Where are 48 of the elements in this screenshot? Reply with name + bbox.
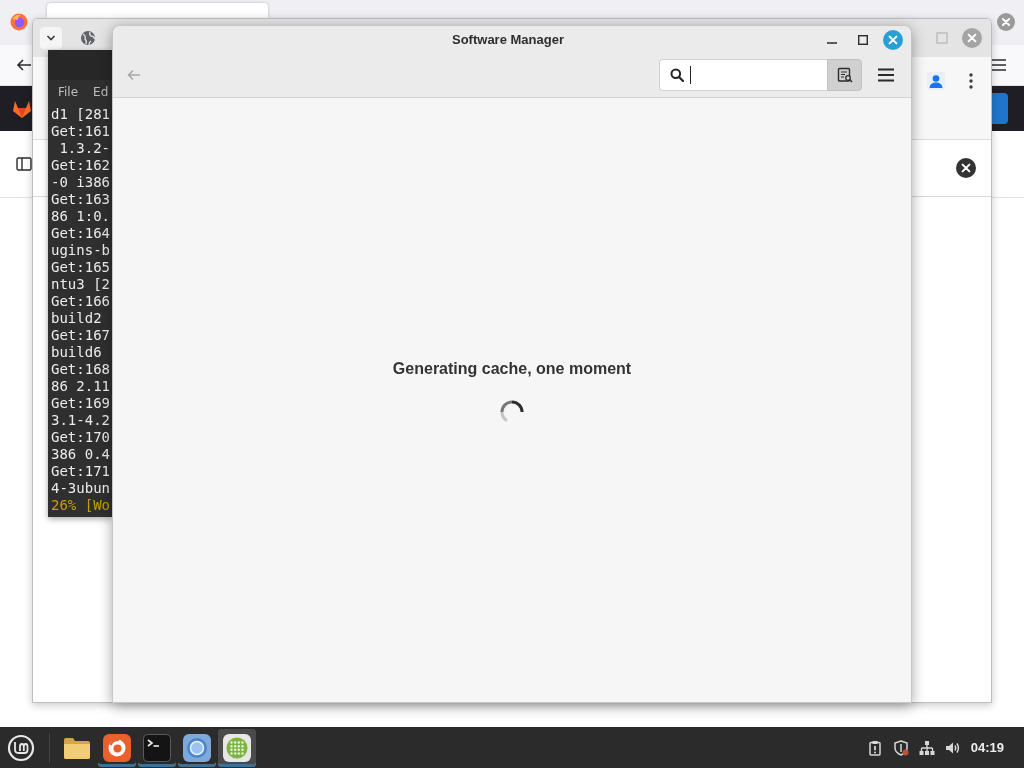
clipboard-alert-icon[interactable] [866, 739, 883, 756]
terminal-line: Get:170 [51, 429, 110, 446]
back-arrow-icon[interactable] [16, 57, 32, 73]
terminal-line: ntu3 [2 [51, 276, 110, 293]
globe-icon [80, 30, 96, 46]
close-icon[interactable] [956, 158, 976, 178]
terminal-line: Get:167 [51, 327, 110, 344]
more-icon[interactable] [969, 72, 973, 90]
terminal-line: 4-3ubun [51, 480, 110, 497]
terminal-line: Get:166 [51, 293, 110, 310]
text-caret-icon [690, 66, 691, 84]
terminal-line: 26% [Wo [51, 497, 110, 514]
search-field[interactable] [659, 59, 827, 91]
terminal-line: Get:171 [51, 463, 110, 480]
terminal-line: 1.3.2- [58, 140, 110, 157]
terminal-line: Get:163 [51, 191, 110, 208]
terminal-line: build2 [51, 310, 102, 327]
person-icon[interactable] [927, 72, 945, 90]
chevron-down-icon[interactable] [46, 33, 56, 43]
window-title: Software Manager [452, 32, 564, 47]
terminal-line: Get:161 [51, 123, 110, 140]
terminal-line: -0 i386 [51, 174, 110, 191]
clock[interactable]: 04:19 [970, 740, 1004, 755]
menu-icon[interactable] [991, 57, 1007, 73]
menu-item[interactable]: Ed [93, 85, 109, 99]
network-icon[interactable] [918, 739, 935, 756]
shield-icon[interactable] [892, 739, 909, 756]
terminal-line: 3.1-4.2 [51, 412, 110, 429]
swirl-icon [10, 13, 28, 31]
terminal-line: 86 1:0. [51, 208, 110, 225]
tab-list-button[interactable] [40, 27, 62, 49]
terminal-line: Get:168 [51, 361, 110, 378]
maximize-icon[interactable] [858, 34, 868, 45]
search-mode-button[interactable] [827, 59, 862, 91]
terminal-line: ugins-b [51, 242, 110, 259]
terminal-line: build6 [51, 344, 102, 361]
sidebar-icon[interactable] [16, 156, 32, 172]
menu-item[interactable]: File [58, 85, 79, 99]
terminal-line: Get:162 [51, 157, 110, 174]
terminal-line: 86 2.11 [51, 378, 110, 395]
terminal-line: Get:164 [51, 225, 110, 242]
document-search-icon[interactable] [836, 67, 853, 83]
terminal-line: Get:169 [51, 395, 110, 412]
search-icon [670, 68, 684, 82]
status-message: Generating cache, one moment [392, 360, 632, 378]
terminal-line: d1 [281 [51, 106, 110, 123]
terminal-line: Get:165 [51, 259, 110, 276]
terminal-line: 386 0.4 [51, 446, 110, 463]
